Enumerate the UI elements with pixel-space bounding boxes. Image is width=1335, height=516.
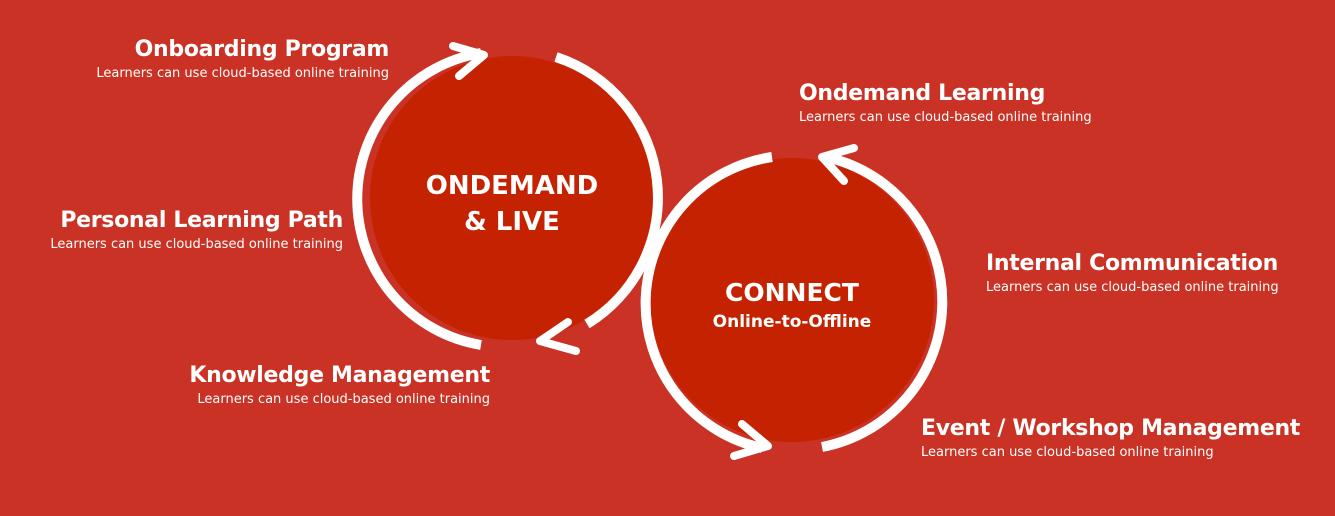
item-title: Knowledge Management [189, 363, 490, 388]
item-onboarding-program: Onboarding Program Learners can use clou… [96, 37, 389, 83]
item-desc: Learners can use cloud-based online trai… [96, 66, 389, 81]
item-event-workshop-management: Event / Workshop Management Learners can… [921, 416, 1300, 462]
item-internal-communication: Internal Communication Learners can use … [986, 251, 1279, 297]
item-desc: Learners can use cloud-based online trai… [799, 110, 1092, 125]
item-title: Onboarding Program [134, 37, 390, 62]
item-desc: Learners can use cloud-based online trai… [50, 237, 343, 252]
right-circle-line2: Online-to-Offline [712, 312, 872, 332]
item-desc: Learners can use cloud-based online trai… [921, 445, 1214, 460]
right-circle-line1: CONNECT [725, 278, 859, 307]
item-desc: Learners can use cloud-based online trai… [197, 392, 490, 407]
left-circle-line2: & LIVE [464, 207, 560, 237]
left-circle-line1: ONDEMAND [425, 171, 599, 201]
item-title: Personal Learning Path [60, 208, 343, 233]
item-title: Event / Workshop Management [921, 416, 1301, 441]
right-circle-label: CONNECT Online-to-Offline [672, 276, 912, 334]
item-knowledge-management: Knowledge Management Learners can use cl… [189, 363, 490, 409]
left-circle-label: ONDEMAND & LIVE [412, 168, 612, 240]
item-title: Internal Communication [986, 251, 1278, 276]
item-personal-learning-path: Personal Learning Path Learners can use … [50, 208, 343, 254]
item-desc: Learners can use cloud-based online trai… [986, 280, 1279, 295]
item-title: Ondemand Learning [799, 81, 1046, 106]
item-ondemand-learning: Ondemand Learning Learners can use cloud… [799, 81, 1092, 127]
